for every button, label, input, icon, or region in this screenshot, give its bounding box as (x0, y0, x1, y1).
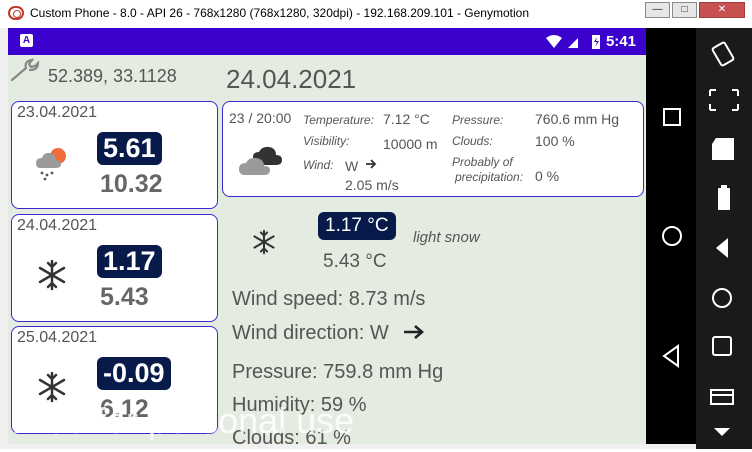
status-icons (546, 35, 600, 49)
wind-direction-detail: Wind direction: W (232, 322, 389, 344)
clouds-icon (239, 146, 282, 175)
genymotion-toolbar (696, 28, 752, 449)
rotate-icon[interactable] (696, 34, 752, 74)
clock: 5:41 (605, 33, 636, 50)
watermark: Free for personal use (12, 400, 355, 441)
day-date: 23.04.2021 (17, 104, 98, 121)
clouds-label: Clouds: (452, 134, 493, 148)
location-coords: 52.389, 33.1128 (48, 66, 177, 86)
temperature-label: Temperature: (303, 113, 374, 127)
arrow-right-icon (366, 159, 377, 169)
wind-direction: W (345, 158, 359, 174)
weather-description: light snow (413, 229, 480, 246)
day-date: 25.04.2021 (17, 329, 98, 346)
scale-icon[interactable] (696, 80, 752, 120)
genymotion-logo-icon (8, 6, 24, 20)
low-temp: 10.32 (100, 170, 163, 198)
volume-back-button[interactable] (696, 228, 752, 268)
window-title: Custom Phone - 8.0 - API 26 - 768x1280 (… (30, 6, 529, 20)
hourly-forecast-card[interactable]: 23 / 20:00 Temperature: 7.12 °C Visibili… (222, 101, 644, 197)
high-temp-badge: 5.61 (97, 132, 162, 165)
wifi-icon (546, 35, 562, 48)
clouds-value: 100 % (535, 133, 575, 149)
precipitation-label-1: Probably of (452, 155, 513, 169)
chevron-down-icon[interactable] (696, 412, 752, 452)
screen-record-icon[interactable] (696, 130, 752, 170)
day-card[interactable]: 23.04.2021 5.61 10.32 (11, 101, 218, 209)
arrow-right-icon (404, 325, 424, 339)
wind-label: Wind: (303, 158, 334, 172)
wind-speed: 2.05 m/s (345, 177, 399, 193)
visibility-label: Visibility: (303, 134, 350, 148)
pressure-label: Pressure: (452, 113, 504, 127)
precipitation-value: 0 % (535, 168, 560, 184)
low-temp: 5.43 (100, 283, 149, 311)
pressure-detail: Pressure: 759.8 mm Hg (232, 361, 444, 383)
visibility-value: 10000 m (383, 136, 438, 152)
temperature-value: 7.12 °C (383, 111, 430, 127)
snowflake-icon (38, 259, 66, 291)
signal-icon (568, 38, 578, 48)
high-temp-badge: -0.09 (97, 357, 171, 390)
recents-button[interactable] (646, 98, 696, 138)
status-bar: A 5:41 (8, 28, 646, 55)
wind-speed-detail: Wind speed: 8.73 m/s (232, 288, 426, 310)
day-card[interactable]: 24.04.2021 1.17 5.43 (11, 214, 218, 322)
minimize-button[interactable]: — (645, 2, 670, 18)
title-bar: Custom Phone - 8.0 - API 26 - 768x1280 (… (0, 0, 752, 28)
maximize-button[interactable]: □ (672, 2, 697, 18)
selected-date: 24.04.2021 (226, 64, 357, 94)
close-button[interactable]: ✕ (699, 2, 745, 18)
battery-icon[interactable] (696, 178, 752, 218)
notification-icon: A (20, 34, 33, 47)
back-button[interactable] (646, 336, 696, 376)
phone-screen: A 5:41 52.389, 33.1128 24.04.2021 23.04.… (8, 28, 646, 444)
recents-square-button[interactable] (696, 326, 752, 366)
day-date: 24.04.2021 (17, 217, 98, 234)
settings-wrench-icon[interactable] (8, 58, 44, 84)
current-low-temp: 5.43 °C (323, 251, 387, 272)
high-temp-badge: 1.17 (97, 245, 162, 278)
precipitation-label-2: precipitation: (455, 170, 524, 184)
hour-time: 23 / 20:00 (229, 110, 292, 126)
home-circle-button[interactable] (696, 278, 752, 318)
genymotion-window: Custom Phone - 8.0 - API 26 - 768x1280 (… (0, 0, 752, 449)
snowflake-icon (253, 229, 275, 255)
pressure-value: 760.6 mm Hg (535, 111, 620, 127)
android-nav-bar (646, 28, 696, 444)
cloud-snow-sun-icon (36, 148, 66, 181)
current-temp-badge: 1.17 °C (318, 212, 396, 240)
home-button[interactable] (646, 216, 696, 256)
